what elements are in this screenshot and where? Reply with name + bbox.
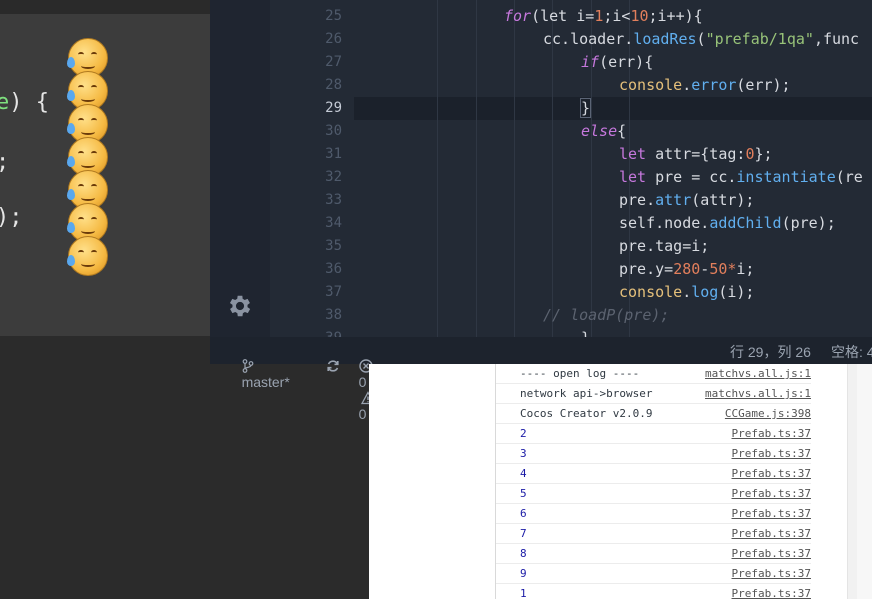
cursor-position[interactable]: 行 29，列 26 — [730, 342, 811, 362]
line-number: 29 — [325, 100, 342, 116]
console-row: 6 Prefab.ts:37 — [496, 504, 811, 524]
console-panel-edge — [857, 364, 872, 599]
line-number: 34 — [325, 215, 342, 231]
line-number: 28 — [325, 77, 342, 93]
indent-guide — [476, 0, 477, 337]
code-line-34: self.node.addChild(pre); — [619, 214, 836, 232]
console-source-link[interactable]: Prefab.ts:37 — [732, 484, 811, 504]
code-line-37: console.log(i); — [619, 283, 755, 301]
sweat-smile-emoji-icon — [67, 236, 108, 276]
console-source-link[interactable]: matchvs.all.js:1 — [705, 364, 811, 384]
line-number-gutter: 252627282930313233343536373839 — [270, 0, 354, 346]
console-source-link[interactable]: Prefab.ts:37 — [732, 524, 811, 544]
console-sidebar — [369, 364, 496, 599]
sync-icon[interactable] — [310, 342, 340, 390]
console-message: Cocos Creator v2.0.9 — [520, 407, 653, 420]
console-source-link[interactable]: matchvs.all.js:1 — [705, 384, 811, 404]
console-message: 3 — [520, 447, 527, 460]
indent-guide — [514, 0, 515, 337]
console-message: ---- open log ---- — [520, 367, 640, 380]
console-row: 2 Prefab.ts:37 — [496, 424, 811, 444]
git-branch-icon — [242, 359, 253, 373]
console-source-link[interactable]: Prefab.ts:37 — [732, 564, 811, 584]
preview-code-line: ); — [0, 205, 23, 230]
console-row: 8 Prefab.ts:37 — [496, 544, 811, 564]
code-line-32: let pre = cc.instantiate(re — [619, 168, 863, 186]
console-source-link[interactable]: Prefab.ts:37 — [732, 444, 811, 464]
code-line-30: else{ — [581, 122, 627, 140]
status-bar: master* 0 0 行 29，列 26 空格: 4 — [210, 337, 872, 422]
warning-count: 0 — [358, 406, 367, 422]
console-message: 4 — [520, 467, 527, 480]
console-row: 5 Prefab.ts:37 — [496, 484, 811, 504]
code-line-39: } — [581, 327, 590, 337]
console-message: 1 — [520, 587, 527, 599]
console-source-link[interactable]: Prefab.ts:37 — [732, 544, 811, 564]
error-count: 0 — [358, 374, 367, 390]
console-row: ---- open log ---- matchvs.all.js:1 — [496, 364, 811, 384]
line-number: 30 — [325, 123, 342, 139]
current-line-highlight — [354, 97, 872, 120]
line-number: 32 — [325, 169, 342, 185]
activity-bar — [210, 0, 270, 337]
code-line-35: pre.tag=i; — [619, 237, 710, 255]
console-scrollbar[interactable] — [847, 364, 857, 599]
console-source-link[interactable]: Prefab.ts:37 — [732, 464, 811, 484]
git-branch[interactable]: master* — [226, 342, 290, 406]
console-source-link[interactable]: Prefab.ts:37 — [732, 584, 811, 599]
code-line-29: } — [579, 98, 592, 118]
console-source-link[interactable]: Prefab.ts:37 — [732, 424, 811, 444]
console-row: network api->browser matchvs.all.js:1 — [496, 384, 811, 404]
code-line-27: if(err){ — [581, 53, 654, 71]
console-row: 4 Prefab.ts:37 — [496, 464, 811, 484]
indentation-setting[interactable]: 空格: 4 — [831, 342, 872, 362]
preview-top-bar — [0, 0, 210, 14]
code-line-26: cc.loader.loadRes("prefab/1qa",func — [543, 30, 860, 48]
console-row: Cocos Creator v2.0.9 CCGame.js:398 — [496, 404, 811, 424]
preview-code-line: e) { — [0, 90, 49, 115]
code-editor: 252627282930313233343536373839 for(let i… — [210, 0, 872, 346]
code-line-38: // loadP(pre); — [543, 306, 670, 324]
console-row: 7 Prefab.ts:37 — [496, 524, 811, 544]
gear-icon[interactable] — [226, 292, 254, 320]
code-line-36: pre.y=280-50*i; — [619, 260, 755, 278]
console-row: 9 Prefab.ts:37 — [496, 564, 811, 584]
preview-code-line: ; — [0, 150, 9, 175]
console-message: 5 — [520, 487, 527, 500]
devtools-console: ---- open log ---- matchvs.all.js:1 networ… — [369, 364, 872, 599]
console-message: 6 — [520, 507, 527, 520]
line-number: 37 — [325, 284, 342, 300]
code-line-31: let attr={tag:0}; — [619, 145, 773, 163]
code-line-33: pre.attr(attr); — [619, 191, 755, 209]
game-preview-panel: e) { ; ); — [0, 0, 210, 336]
indent-guide — [437, 0, 438, 337]
console-row: 3 Prefab.ts:37 — [496, 444, 811, 464]
emoji-sprite-stack — [64, 38, 114, 288]
line-number: 38 — [325, 307, 342, 323]
line-number: 36 — [325, 261, 342, 277]
line-number: 25 — [325, 8, 342, 24]
console-message: network api->browser — [520, 387, 653, 400]
code-area[interactable]: for(let i=1;i<10;i++){ cc.loader.loadRes… — [354, 0, 872, 337]
console-message-list: ---- open log ---- matchvs.all.js:1 networ… — [496, 364, 811, 599]
line-number: 26 — [325, 31, 342, 47]
console-message: 8 — [520, 547, 527, 560]
console-source-link[interactable]: CCGame.js:398 — [725, 404, 811, 424]
line-number: 27 — [325, 54, 342, 70]
code-line-28: console.error(err); — [619, 76, 791, 94]
line-number: 35 — [325, 238, 342, 254]
line-number: 33 — [325, 192, 342, 208]
console-message: 2 — [520, 427, 527, 440]
line-number: 31 — [325, 146, 342, 162]
console-message: 9 — [520, 567, 527, 580]
console-row: 1 Prefab.ts:37 — [496, 584, 811, 599]
console-source-link[interactable]: Prefab.ts:37 — [732, 504, 811, 524]
code-line-25: for(let i=1;i<10;i++){ — [504, 7, 703, 25]
console-message: 7 — [520, 527, 527, 540]
branch-label: master* — [241, 374, 290, 390]
